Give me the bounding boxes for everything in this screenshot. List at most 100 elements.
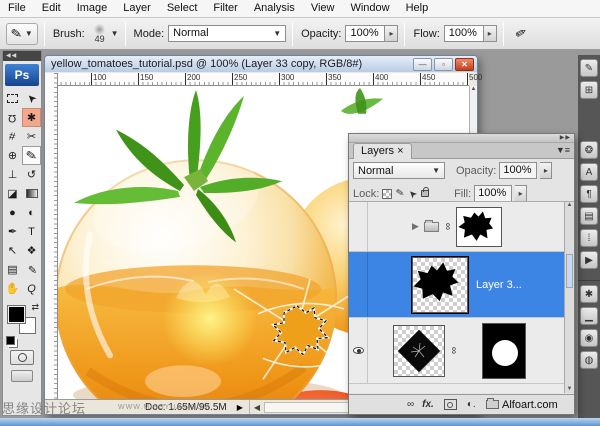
swap-colors-icon[interactable]: ⇄: [31, 302, 39, 313]
lasso-tool[interactable]: Ω: [3, 108, 22, 127]
flow-input[interactable]: 100%: [444, 25, 484, 42]
layer-style-icon[interactable]: fx.: [422, 399, 434, 410]
layer-thumbnail[interactable]: [412, 257, 468, 313]
path-selection-tool[interactable]: ↖: [3, 241, 22, 260]
tool-preset-picker[interactable]: ✎ ▼: [6, 23, 38, 45]
expand-triangle-icon[interactable]: ▶: [412, 221, 419, 232]
menu-view[interactable]: View: [303, 0, 343, 17]
brushes-panel-icon[interactable]: ✎: [580, 59, 598, 77]
foreground-color-swatch[interactable]: [8, 306, 25, 323]
brush-tool[interactable]: ✎: [22, 146, 41, 165]
layer-opacity-slider-button[interactable]: ▸: [540, 162, 552, 179]
type-tool[interactable]: T: [22, 222, 41, 241]
menu-select[interactable]: Select: [159, 0, 206, 17]
history-brush-tool[interactable]: ↺: [22, 165, 41, 184]
magic-wand-tool[interactable]: ✱: [22, 108, 41, 127]
lock-transparency-icon[interactable]: [382, 189, 392, 199]
marquee-tool[interactable]: [3, 89, 22, 108]
tool-presets-panel-icon[interactable]: ⁞: [580, 229, 598, 247]
brush-preset-picker[interactable]: 49: [89, 24, 111, 44]
tab-layers[interactable]: Layers ×: [353, 143, 412, 159]
clone-stamp-tool[interactable]: ⊥: [3, 165, 22, 184]
maximize-button[interactable]: ▫: [434, 58, 453, 71]
lock-all-icon[interactable]: [421, 190, 429, 197]
layer-row-selected[interactable]: Layer 3...: [349, 252, 574, 318]
add-mask-icon[interactable]: [444, 399, 457, 410]
menu-image[interactable]: Image: [69, 0, 116, 17]
shape-tool[interactable]: ❖: [22, 241, 41, 260]
layer-thumbnail[interactable]: [393, 325, 445, 377]
link-layers-icon[interactable]: ∞: [407, 399, 412, 410]
blend-mode-dropdown[interactable]: Normal ▼: [168, 25, 286, 42]
scroll-down-icon[interactable]: ▼: [565, 386, 574, 392]
lock-position-icon[interactable]: ➤: [406, 187, 420, 201]
default-colors-icon[interactable]: [6, 336, 15, 345]
hand-tool[interactable]: ✋: [3, 279, 22, 298]
close-button[interactable]: ✕: [455, 58, 474, 71]
zoom-tool[interactable]: Q: [22, 279, 41, 298]
gradient-tool[interactable]: [22, 184, 41, 203]
menu-file[interactable]: File: [0, 0, 34, 17]
screen-mode-button[interactable]: [11, 370, 33, 382]
toolbox-collapse-bar[interactable]: ◀◀: [3, 51, 41, 61]
dodge-tool[interactable]: ◐: [22, 203, 41, 222]
notes-tool[interactable]: ▤: [3, 260, 22, 279]
crop-tool[interactable]: #: [3, 127, 22, 146]
menu-analysis[interactable]: Analysis: [246, 0, 303, 17]
layer-row[interactable]: ∞: [349, 318, 574, 384]
slice-tool[interactable]: ✂: [22, 127, 41, 146]
brush-presets-panel-icon[interactable]: ✱: [580, 285, 598, 303]
menu-help[interactable]: Help: [398, 0, 437, 17]
layer-comps-panel-icon[interactable]: ▤: [580, 207, 598, 225]
pen-tool[interactable]: ✒: [3, 222, 22, 241]
scroll-left-icon[interactable]: ◀: [250, 403, 264, 412]
eraser-tool[interactable]: ◪: [3, 184, 22, 203]
menu-window[interactable]: Window: [342, 0, 397, 17]
new-group-icon[interactable]: [486, 400, 499, 409]
chevron-down-icon[interactable]: ▼: [111, 29, 119, 38]
scroll-up-icon[interactable]: ▲: [567, 202, 573, 208]
menu-filter[interactable]: Filter: [205, 0, 245, 17]
move-tool[interactable]: ➤: [22, 89, 41, 108]
panel-menu-icon[interactable]: ▼≡: [556, 145, 570, 155]
adjustment-layer-icon[interactable]: ◐.: [467, 399, 476, 410]
actions-panel-icon[interactable]: ▶: [580, 251, 598, 269]
status-menu-arrow-icon[interactable]: ▶: [237, 403, 243, 412]
layer-name[interactable]: Layer 3...: [476, 279, 522, 291]
fill-input[interactable]: 100%: [474, 185, 512, 202]
airbrush-toggle[interactable]: ✐: [508, 21, 533, 46]
opacity-input[interactable]: 100%: [345, 25, 385, 42]
minimize-button[interactable]: —: [413, 58, 432, 71]
clone-source-panel-icon[interactable]: ⊞: [580, 81, 598, 99]
menu-edit[interactable]: Edit: [34, 0, 69, 17]
navigator-panel-icon[interactable]: ◉: [580, 329, 598, 347]
document-title-bar[interactable]: yellow_tomatoes_tutorial.psd @ 100% (Lay…: [45, 56, 477, 72]
tab-close-icon[interactable]: ×: [397, 145, 403, 157]
histogram-panel-icon[interactable]: ▁: [580, 307, 598, 325]
blur-tool[interactable]: ●: [3, 203, 22, 222]
panel-collapse-bar[interactable]: ▶▶: [349, 134, 574, 143]
taskbar-strip[interactable]: [0, 418, 600, 426]
layer-thumbnail[interactable]: [456, 207, 502, 247]
opacity-slider-button[interactable]: ▸: [385, 25, 398, 42]
healing-brush-tool[interactable]: ⊕: [3, 146, 22, 165]
paragraph-panel-icon[interactable]: ¶: [580, 185, 598, 203]
mask-link-icon[interactable]: ∞: [448, 347, 459, 354]
flow-slider-button[interactable]: ▸: [484, 25, 497, 42]
layer-blend-mode-dropdown[interactable]: Normal ▼: [353, 162, 445, 179]
visibility-toggle[interactable]: [349, 202, 368, 251]
character-panel-icon[interactable]: A: [580, 163, 598, 181]
layer-row-group[interactable]: ▶ ∞: [349, 202, 574, 252]
fill-slider-button[interactable]: ▸: [515, 185, 527, 202]
styles-panel-icon[interactable]: ❂: [580, 141, 598, 159]
layer-opacity-input[interactable]: 100%: [499, 162, 537, 179]
lock-pixels-icon[interactable]: ✎: [395, 187, 405, 199]
layers-scrollbar[interactable]: ▲ ▼: [564, 202, 574, 393]
layer-mask-thumbnail[interactable]: [482, 323, 526, 379]
quick-mask-button[interactable]: [10, 350, 34, 365]
eyedropper-tool[interactable]: ✐: [22, 260, 41, 279]
visibility-toggle[interactable]: [349, 252, 368, 317]
scrollbar-thumb[interactable]: [566, 254, 573, 288]
menu-layer[interactable]: Layer: [115, 0, 159, 17]
info-panel-icon[interactable]: ◍: [580, 351, 598, 369]
